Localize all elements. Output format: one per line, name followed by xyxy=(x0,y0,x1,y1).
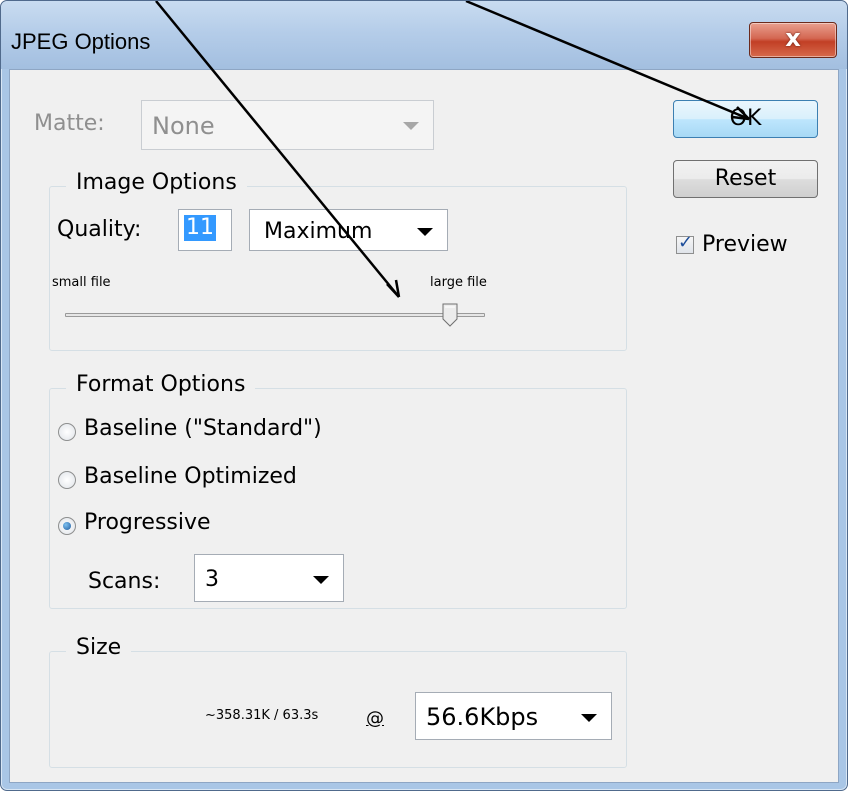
chevron-down-icon xyxy=(403,122,419,130)
radio-button[interactable] xyxy=(58,471,76,489)
size-group: Size ~358.31K / 63.3s @ 56.6Kbps xyxy=(49,635,627,768)
image-options-legend: Image Options xyxy=(66,170,247,195)
quality-slider-thumb[interactable] xyxy=(441,303,459,327)
matte-label-text: Matte: xyxy=(34,111,105,136)
scans-select-value: 3 xyxy=(205,567,219,592)
size-legend: Size xyxy=(66,635,132,660)
quality-slider-track[interactable] xyxy=(65,313,485,317)
reset-button[interactable]: Reset xyxy=(673,160,818,198)
radio-button[interactable] xyxy=(58,517,76,535)
radio-label: Baseline Optimized xyxy=(84,464,297,489)
close-button[interactable]: x xyxy=(749,22,837,58)
close-icon: x xyxy=(785,24,801,52)
preview-checkbox[interactable]: ✓ xyxy=(676,232,694,254)
slider-min-label: small file xyxy=(52,275,111,290)
dialog-title: JPEG Options xyxy=(11,29,151,54)
matte-select-value: None xyxy=(152,112,215,140)
dialog-body: Matte: None Image Options Quality: 11 Ma… xyxy=(9,69,839,783)
quality-input[interactable]: 11 xyxy=(178,209,232,251)
ok-button[interactable]: OK xyxy=(673,100,818,138)
at-label: @ xyxy=(366,708,384,729)
reset-button-label: Reset xyxy=(714,166,777,191)
format-options-legend: Format Options xyxy=(66,372,256,397)
preview-label: Preview xyxy=(702,232,788,257)
radio-button[interactable] xyxy=(58,423,76,441)
quality-label-text: Quality: xyxy=(57,217,142,242)
radio-label: Progressive xyxy=(84,510,211,535)
radio-label: Baseline ("Standard") xyxy=(84,416,322,441)
title-bar[interactable]: JPEG Options x xyxy=(1,1,847,69)
modem-speed-select[interactable]: 56.6Kbps xyxy=(415,692,612,740)
quality-preset-value: Maximum xyxy=(264,219,373,244)
quality-label: Quality: xyxy=(57,217,141,242)
radio-selected-dot xyxy=(63,522,71,530)
format-options-group: Format Options Baseline ("Standard") Bas… xyxy=(49,372,627,609)
ok-button-label: OK xyxy=(729,106,762,131)
size-estimate: ~358.31K / 63.3s xyxy=(205,708,319,723)
modem-speed-value: 56.6Kbps xyxy=(426,703,539,731)
quality-preset-select[interactable]: Maximum xyxy=(249,209,448,251)
check-icon: ✓ xyxy=(678,232,694,253)
scans-select[interactable]: 3 xyxy=(194,554,344,602)
chevron-down-icon xyxy=(417,228,433,236)
scans-label: Scans: xyxy=(88,569,161,594)
slider-max-label: large file xyxy=(430,275,487,290)
jpeg-options-dialog: JPEG Options x Matte: None Image Options… xyxy=(0,0,848,791)
matte-select[interactable]: None xyxy=(141,100,434,150)
matte-label: Matte: xyxy=(34,111,105,136)
image-options-group: Image Options Quality: 11 Maximum small … xyxy=(49,170,627,351)
chevron-down-icon xyxy=(581,714,597,722)
quality-input-value: 11 xyxy=(184,215,216,241)
preview-label-text: Preview xyxy=(702,232,788,257)
chevron-down-icon xyxy=(313,576,329,584)
